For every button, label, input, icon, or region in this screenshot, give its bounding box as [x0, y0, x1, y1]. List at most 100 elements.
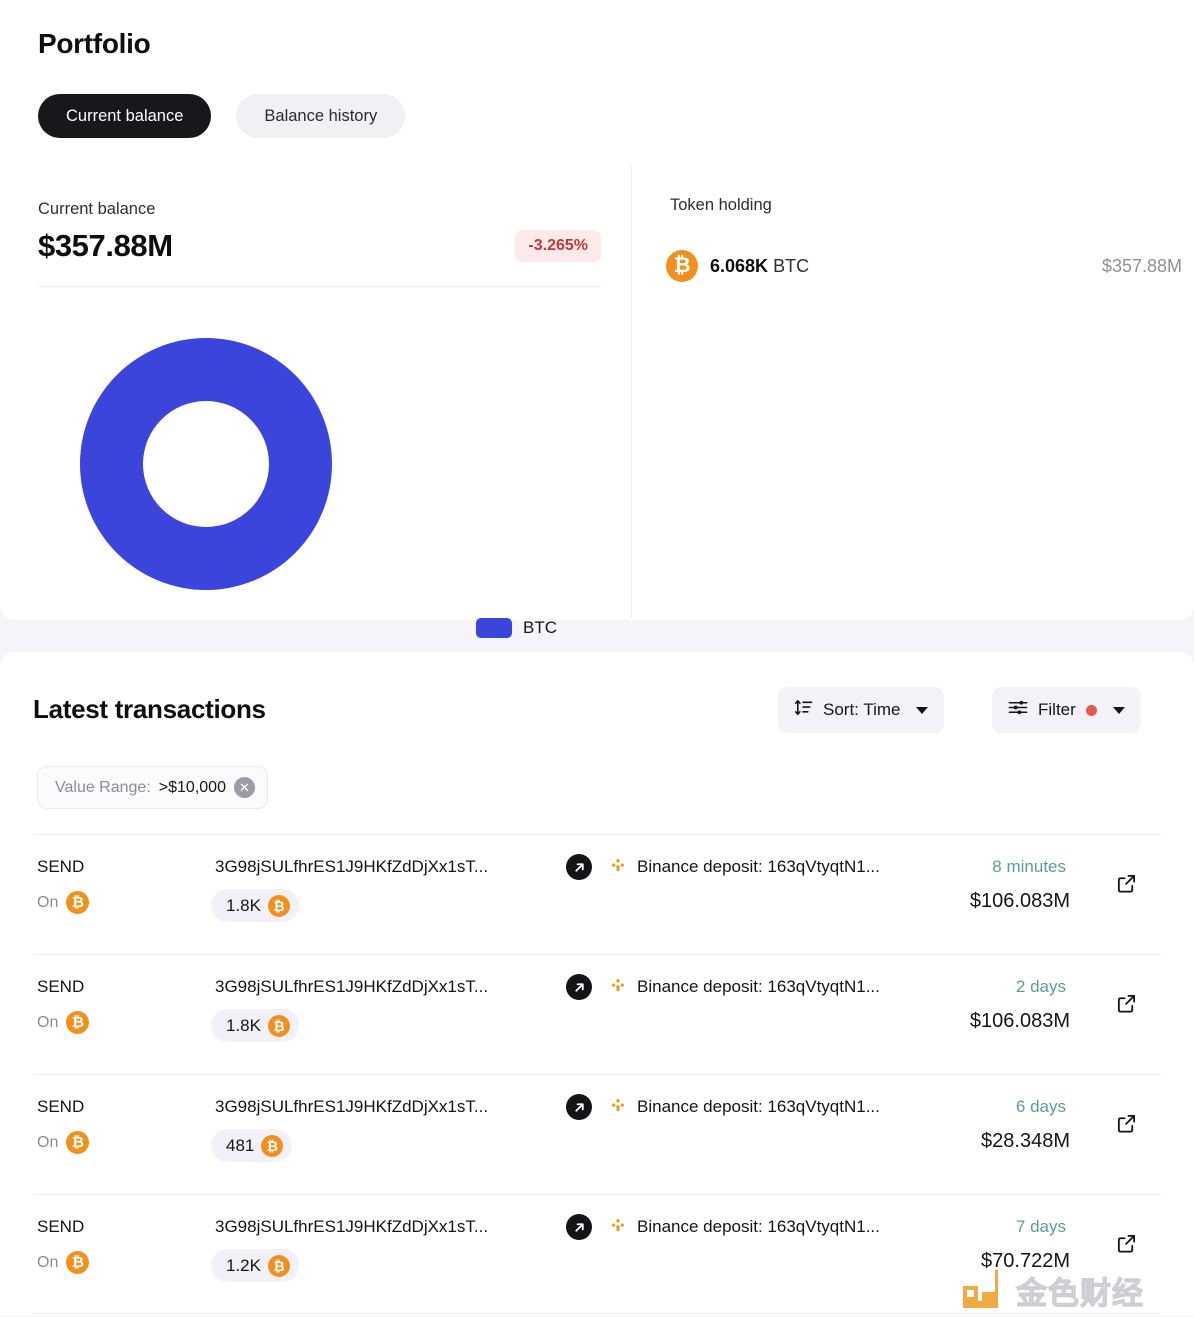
close-icon[interactable]: ✕: [233, 777, 255, 798]
table-row[interactable]: SEND On ₿ 3G98jSULfhrES1J9HKfZdDjXx1sT..…: [33, 1074, 1161, 1194]
binance-icon: [607, 976, 629, 998]
tx-amount-pill: 481 ₿: [211, 1129, 293, 1162]
tx-chain: On ₿: [37, 1011, 90, 1034]
table-row[interactable]: SEND On ₿ 3G98jSULfhrES1J9HKfZdDjXx1sT..…: [33, 1194, 1161, 1314]
transactions-list: SEND On ₿ 3G98jSULfhrES1J9HKfZdDjXx1sT..…: [0, 834, 1194, 1314]
tx-on-label: On: [37, 1133, 59, 1151]
tab-current-balance[interactable]: Current balance: [38, 94, 212, 138]
bitcoin-icon: ₿: [66, 1251, 90, 1274]
tx-chain: On ₿: [37, 891, 90, 914]
page-title: Portfolio: [38, 28, 151, 59]
balance-amount: $357.88M: [38, 228, 173, 263]
filter-active-dot: [1085, 704, 1097, 716]
tx-usd-value: $106.083M: [969, 1010, 1070, 1032]
sort-button[interactable]: Sort: Time: [778, 687, 945, 733]
tx-destination[interactable]: Binance deposit: 163qVtyqtN1...: [637, 1217, 880, 1237]
tx-on-label: On: [37, 893, 59, 911]
binance-icon: [607, 1096, 629, 1118]
tx-from-address[interactable]: 3G98jSULfhrES1J9HKfZdDjXx1sT...: [215, 977, 488, 997]
tx-type: SEND: [37, 977, 85, 996]
table-row[interactable]: SEND On ₿ 3G98jSULfhrES1J9HKfZdDjXx1sT..…: [33, 834, 1161, 954]
tx-destination[interactable]: Binance deposit: 163qVtyqtN1...: [637, 857, 880, 877]
chevron-down-icon: [1112, 706, 1125, 714]
allocation-donut-chart: [80, 338, 332, 590]
arrow-up-right-icon: [566, 1094, 592, 1120]
token-holding-panel: Token holding ₿ 6.068K BTC $357.88M: [632, 166, 1194, 618]
tx-from-address[interactable]: 3G98jSULfhrES1J9HKfZdDjXx1sT...: [215, 1217, 488, 1237]
token-holding-row[interactable]: ₿ 6.068K BTC $357.88M: [666, 250, 1182, 282]
balance-change-badge: -3.265%: [515, 230, 601, 262]
tx-usd-value: $70.722M: [981, 1250, 1070, 1272]
current-balance-panel: Current balance $357.88M -3.265% BTC: [0, 166, 631, 638]
tx-from-address[interactable]: 3G98jSULfhrES1J9HKfZdDjXx1sT...: [215, 857, 488, 877]
tx-amount-pill: 1.2K ₿: [211, 1249, 299, 1282]
table-row[interactable]: SEND On ₿ 3G98jSULfhrES1J9HKfZdDjXx1sT..…: [33, 954, 1161, 1074]
filter-chip-key: Value Range:: [55, 778, 151, 796]
legend-swatch-btc: [476, 618, 512, 638]
tx-chain: On ₿: [37, 1251, 90, 1274]
latest-transactions-card: Latest transactions Sort: Time Filter Va…: [0, 652, 1194, 1316]
bitcoin-icon: ₿: [267, 1254, 290, 1277]
tab-balance-history[interactable]: Balance history: [236, 94, 406, 138]
tx-amount-pill: 1.8K ₿: [211, 889, 299, 922]
balance-divider: [38, 286, 601, 287]
token-holding-amount: 6.068K: [710, 255, 769, 276]
filter-chip-value: >$10,000: [158, 778, 226, 796]
sort-icon: [794, 698, 813, 722]
external-link-icon[interactable]: [1116, 1233, 1138, 1255]
bitcoin-icon: ₿: [666, 250, 698, 282]
chevron-down-icon: [916, 706, 929, 714]
tx-timestamp: 6 days: [1015, 1097, 1066, 1116]
binance-icon: [607, 856, 629, 878]
portfolio-card: Portfolio Current balance Balance histor…: [0, 0, 1194, 638]
donut-center-hole: [143, 401, 269, 527]
bitcoin-icon: ₿: [267, 894, 290, 917]
tx-timestamp: 2 days: [1015, 977, 1066, 996]
tx-from-address[interactable]: 3G98jSULfhrES1J9HKfZdDjXx1sT...: [215, 1097, 488, 1117]
tx-usd-value: $28.348M: [981, 1130, 1070, 1152]
tx-usd-value: $106.083M: [969, 890, 1070, 912]
tx-on-label: On: [37, 1253, 59, 1271]
sort-label: Sort: Time: [823, 700, 901, 719]
tx-amount-pill: 1.8K ₿: [211, 1009, 299, 1042]
tx-type: SEND: [37, 1097, 85, 1116]
token-holding-name: 6.068K BTC: [710, 256, 809, 277]
bitcoin-icon: ₿: [66, 1131, 90, 1154]
external-link-icon[interactable]: [1116, 993, 1138, 1015]
balance-row: $357.88M -3.265%: [38, 228, 601, 264]
tx-timestamp: 8 minutes: [992, 857, 1066, 876]
tx-chain: On ₿: [37, 1131, 90, 1154]
filter-chip-value-range[interactable]: Value Range: >$10,000 ✕: [37, 766, 268, 809]
tx-amount: 1.8K: [226, 1015, 261, 1035]
tx-type: SEND: [37, 1217, 85, 1236]
bitcoin-icon: ₿: [66, 1011, 90, 1034]
bitcoin-icon: ₿: [267, 1014, 290, 1037]
tx-destination[interactable]: Binance deposit: 163qVtyqtN1...: [637, 977, 880, 997]
external-link-icon[interactable]: [1116, 873, 1138, 895]
external-link-icon[interactable]: [1116, 1113, 1138, 1135]
filter-label: Filter: [1038, 700, 1076, 719]
binance-icon: [607, 1216, 629, 1238]
token-holding-label: Token holding: [670, 196, 772, 214]
filter-button[interactable]: Filter: [992, 687, 1141, 733]
token-holding-symbol: BTC: [773, 255, 810, 276]
tx-amount: 1.8K: [226, 895, 261, 915]
current-balance-label: Current balance: [38, 200, 156, 218]
tx-on-label: On: [37, 1013, 59, 1031]
tx-amount: 1.2K: [226, 1255, 261, 1275]
arrow-up-right-icon: [566, 854, 592, 880]
arrow-up-right-icon: [566, 1214, 592, 1240]
filter-icon: [1008, 698, 1028, 722]
tx-timestamp: 7 days: [1015, 1217, 1066, 1236]
arrow-up-right-icon: [566, 974, 592, 1000]
token-holding-value: $357.88M: [1101, 255, 1182, 276]
transactions-title: Latest transactions: [33, 694, 266, 724]
legend-label-btc: BTC: [523, 618, 557, 637]
bitcoin-icon: ₿: [66, 891, 90, 914]
tx-destination[interactable]: Binance deposit: 163qVtyqtN1...: [637, 1097, 880, 1117]
bitcoin-icon: ₿: [261, 1134, 284, 1157]
chart-legend: BTC: [476, 618, 557, 638]
portfolio-tabs: Current balance Balance history: [38, 94, 406, 138]
tx-amount: 481: [226, 1135, 255, 1155]
tx-type: SEND: [37, 857, 85, 876]
